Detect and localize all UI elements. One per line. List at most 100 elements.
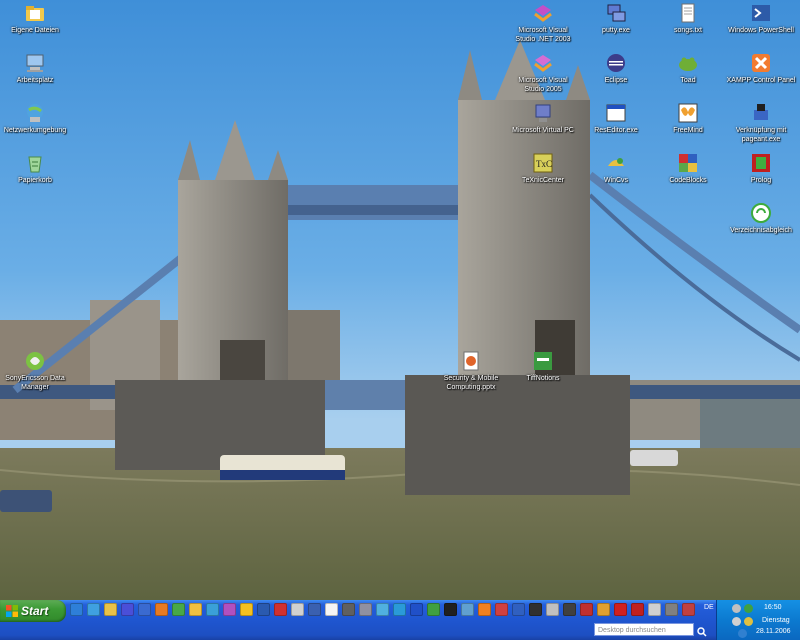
desktop-icon-texniccenter[interactable]: TxC TeXnicCenter: [508, 152, 578, 185]
image-icon[interactable]: [461, 603, 474, 616]
desktop-icon-label: Verzeichnisabgleich: [730, 227, 792, 234]
freemind-icon: [677, 102, 699, 124]
desktop-icon-label: Microsoft Virtual PC: [512, 127, 574, 134]
console-icon[interactable]: [529, 603, 542, 616]
desktop-icon-label: Security & Mobile Computing.pptx: [443, 375, 499, 391]
desktop-icon-label: Netzwerkumgebung: [3, 127, 67, 134]
film-icon[interactable]: [563, 603, 576, 616]
desktop-icon-label: CodeBlocks: [669, 177, 707, 184]
firefox-icon[interactable]: [155, 603, 168, 616]
desktop-icon-toad[interactable]: Toad: [653, 52, 723, 85]
desktop-icon-label: XAMPP Control Panel: [726, 77, 796, 84]
save-icon[interactable]: [121, 603, 134, 616]
powerpoint-file-icon: [460, 350, 482, 372]
desktop-icon-label: Windows PowerShell: [728, 27, 794, 34]
eclipse-icon: [605, 52, 627, 74]
window-icon[interactable]: [308, 603, 321, 616]
quicklaunch-bar: [70, 603, 710, 619]
start-button[interactable]: Start: [0, 600, 66, 622]
desktop-icon-prolog[interactable]: Prolog: [726, 152, 796, 185]
mail-icon[interactable]: [104, 603, 117, 616]
desktop-icon-label: TiffNotions: [526, 375, 560, 382]
chat2-icon[interactable]: [376, 603, 389, 616]
texniccenter-icon: TxC: [532, 152, 554, 174]
cd-icon[interactable]: [648, 603, 661, 616]
pen-icon[interactable]: [342, 603, 355, 616]
media-icon[interactable]: [257, 603, 270, 616]
tools-icon[interactable]: [665, 603, 678, 616]
ie-icon[interactable]: [70, 603, 83, 616]
desktop-icon-arbeitsplatz[interactable]: Arbeitsplatz: [0, 52, 70, 85]
visual-studio-icon: [532, 52, 554, 74]
desktop-icon-codeblocks[interactable]: CodeBlocks: [653, 152, 723, 185]
explorer-icon[interactable]: [189, 603, 202, 616]
desktop-icon-pptx[interactable]: Security & Mobile Computing.pptx: [436, 350, 506, 392]
music-icon[interactable]: [495, 603, 508, 616]
chart-icon[interactable]: [546, 603, 559, 616]
desktop-icon-eclipse[interactable]: Eclipse: [581, 52, 651, 85]
desktop-icon-freemind[interactable]: FreeMind: [653, 102, 723, 135]
desktop-icon-papierkorb[interactable]: Papierkorb: [0, 152, 70, 185]
chat-icon[interactable]: [172, 603, 185, 616]
desktop-icon-vs2005[interactable]: Microsoft Visual Studio 2005: [508, 52, 578, 94]
search-icon[interactable]: [697, 624, 707, 637]
desktop-icon-virtual-pc[interactable]: Microsoft Virtual PC: [508, 102, 578, 135]
skype-icon[interactable]: [393, 603, 406, 616]
pdf-icon[interactable]: [631, 603, 644, 616]
language-indicator[interactable]: DE: [704, 604, 714, 611]
desktop-icon-songs[interactable]: songs.txt: [653, 2, 723, 35]
desktop-search-input[interactable]: Desktop durchsuchen: [594, 623, 694, 636]
desktop-icon-putty[interactable]: putty.exe: [581, 2, 651, 35]
vlc-icon[interactable]: [478, 603, 491, 616]
clock-time[interactable]: 16:50: [764, 604, 782, 611]
visual-studio-icon: [532, 2, 554, 24]
red-circle-icon[interactable]: [614, 603, 627, 616]
desktop-icon-label: Microsoft Visual Studio 2005: [518, 77, 568, 93]
desktop-icon-netzwerkumgebung[interactable]: Netzwerkumgebung: [0, 102, 70, 135]
putty-icon: [605, 2, 627, 24]
network-icon: [24, 102, 46, 124]
desktop-icon-powershell[interactable]: Windows PowerShell: [726, 2, 796, 35]
desktop-icon-eigene-dateien[interactable]: Eigene Dateien: [0, 2, 70, 35]
red-app-icon[interactable]: [274, 603, 287, 616]
window-app-icon: [605, 102, 627, 124]
world-icon[interactable]: [206, 603, 219, 616]
desktop-icon-label: SonyEricsson Data Manager: [5, 375, 65, 391]
flower-icon[interactable]: [597, 603, 610, 616]
calc-icon[interactable]: [359, 603, 372, 616]
tiffnotions-icon: [532, 350, 554, 372]
shield-tray-icon[interactable]: [744, 604, 753, 613]
bluetooth-icon[interactable]: [410, 603, 423, 616]
desktop-icon-verzeichnisabgleich[interactable]: Verzeichnisabgleich: [726, 202, 796, 235]
help-tray-icon[interactable]: [738, 629, 747, 638]
desktop-icon-label: Prolog: [750, 177, 772, 184]
terminal-icon[interactable]: [444, 603, 457, 616]
toad-icon: [677, 52, 699, 74]
desktop-icon-label: Toad: [680, 77, 696, 84]
text-file-icon: [677, 2, 699, 24]
codeblocks-icon: [677, 152, 699, 174]
windows-flag-icon: [6, 605, 18, 617]
desktop-icon-wincvs[interactable]: WinCvs: [581, 152, 651, 185]
vs-icon[interactable]: [223, 603, 236, 616]
globe-icon[interactable]: [87, 603, 100, 616]
green-app-icon[interactable]: [427, 603, 440, 616]
desktop-icon-xampp[interactable]: XAMPP Control Panel: [726, 52, 796, 85]
desktop-icon-reseditor[interactable]: ResEditor.exe: [581, 102, 651, 135]
notepad-icon[interactable]: [325, 603, 338, 616]
show-desktop-icon[interactable]: [138, 603, 151, 616]
volume-tray-icon[interactable]: [732, 617, 741, 626]
desktop-icon-sonyericsson[interactable]: SonyEricsson Data Manager: [0, 350, 70, 392]
update-tray-icon[interactable]: [744, 617, 753, 626]
text-app-icon[interactable]: [291, 603, 304, 616]
desktop-icon-vs2003[interactable]: Microsoft Visual Studio .NET 2003: [508, 2, 578, 44]
power-icon[interactable]: [580, 603, 593, 616]
network-tray-icon[interactable]: [732, 604, 741, 613]
desktop-icon-label: FreeMind: [673, 127, 703, 134]
desktop-icon-tiffnotions[interactable]: TiffNotions: [508, 350, 578, 383]
sun-icon[interactable]: [240, 603, 253, 616]
desktop-icon-pageant[interactable]: Verknüpfung mit pageant.exe: [726, 102, 796, 144]
hat-icon[interactable]: [682, 603, 695, 616]
desktop-icon-label: Eclipse: [604, 77, 628, 84]
wizard-icon[interactable]: [512, 603, 525, 616]
